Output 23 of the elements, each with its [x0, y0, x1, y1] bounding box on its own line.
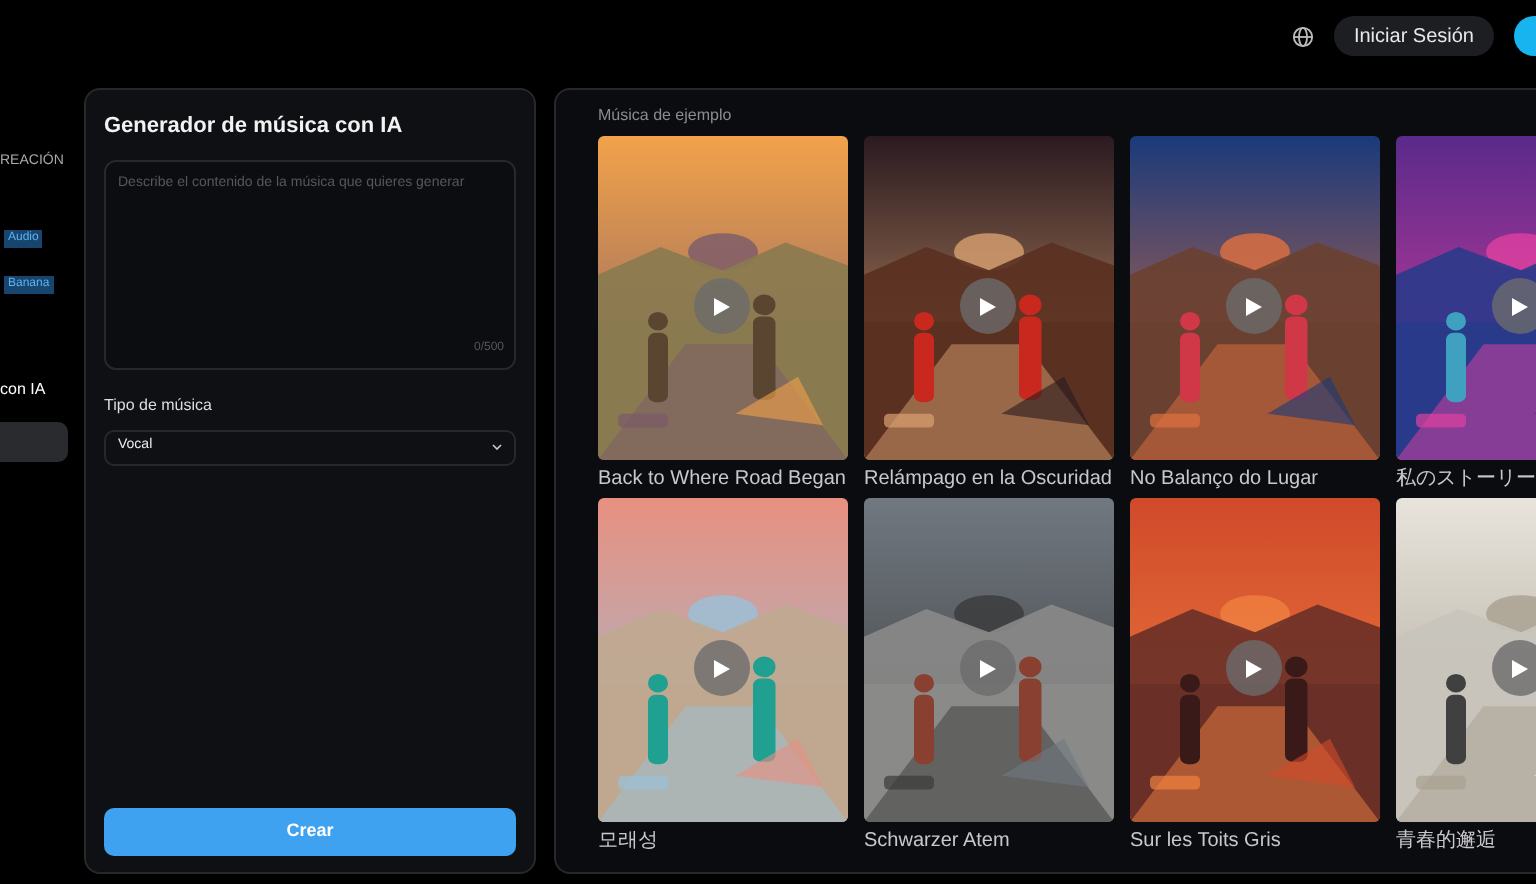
panel-title: Generador de música con IA	[104, 112, 405, 142]
globe-icon[interactable]	[1291, 25, 1314, 47]
play-icon	[980, 659, 996, 677]
track-title[interactable]: Back to Where Road Began	[598, 468, 848, 492]
field-label: Tipo de música	[104, 393, 214, 417]
track-title[interactable]: 青春的邂逅	[1396, 830, 1536, 854]
track-title[interactable]: Schwarzer Atem	[864, 830, 1114, 854]
play-icon	[1512, 297, 1528, 315]
play-icon	[714, 659, 730, 677]
play-icon	[714, 297, 730, 315]
track-title[interactable]: No Balanço do Lugar	[1130, 468, 1380, 492]
play-icon	[1246, 297, 1262, 315]
track-title[interactable]: 私のストーリー	[1396, 468, 1536, 492]
track-title[interactable]: 모래성	[598, 830, 848, 854]
login-button[interactable]: Iniciar Sesión	[1333, 16, 1494, 56]
track-title[interactable]: Sur les Toits Gris	[1130, 830, 1380, 854]
play-icon	[980, 297, 996, 315]
play-icon	[1512, 659, 1528, 677]
track-title[interactable]: Relámpago en la Oscuridad	[864, 468, 1114, 492]
play-icon	[1246, 659, 1262, 677]
gallery-title: Música de ejemplo	[598, 104, 734, 128]
chevron-icon	[492, 444, 502, 450]
sidebar-item[interactable]: con IA	[0, 369, 68, 409]
